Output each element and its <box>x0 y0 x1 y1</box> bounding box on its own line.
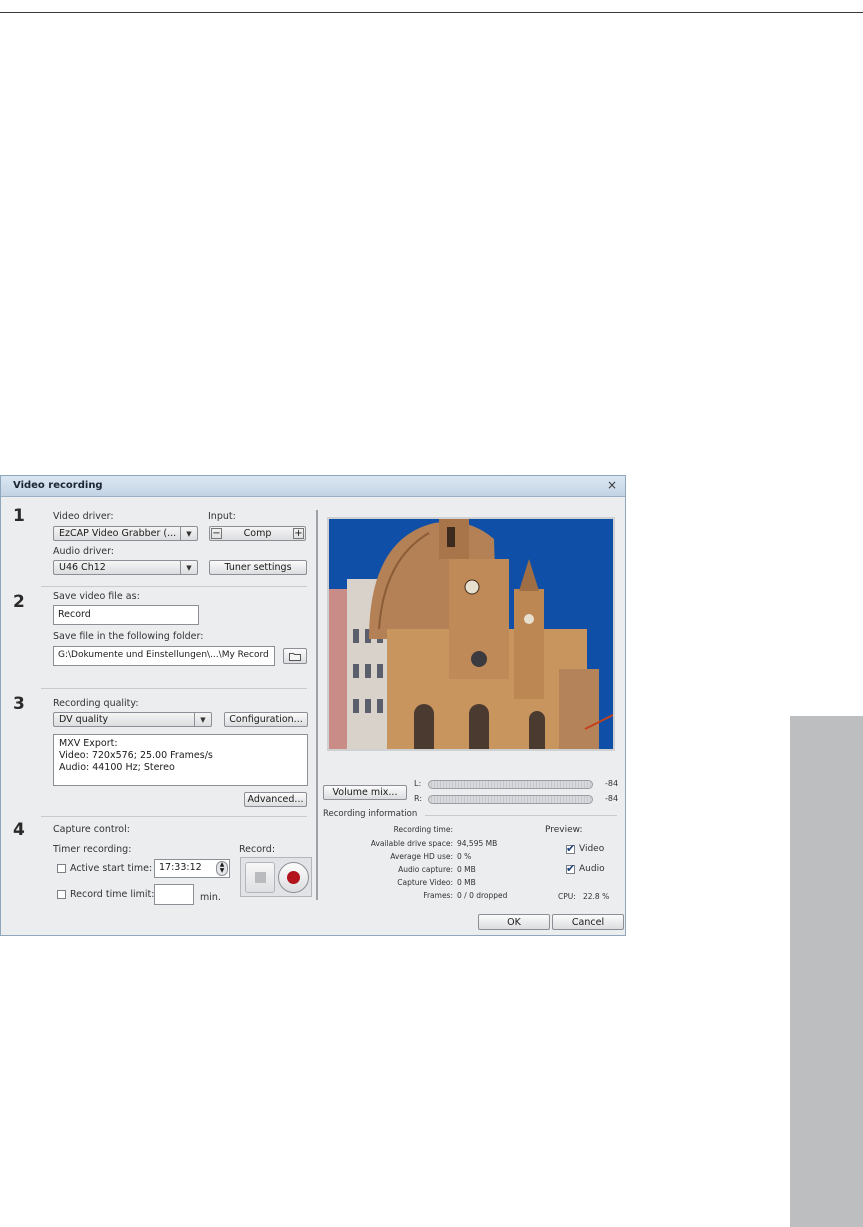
time-spinner-icon[interactable]: ▲ ▼ <box>216 861 228 876</box>
stop-button[interactable] <box>245 862 275 893</box>
info-label: Frames: <box>423 891 453 900</box>
cpu-label: CPU: <box>558 892 576 901</box>
recording-quality-select[interactable]: DV quality ▼ <box>53 712 212 727</box>
input-value: Comp <box>243 528 272 539</box>
right-level-meter <box>428 795 593 804</box>
left-level-value: -84 <box>605 779 619 788</box>
video-driver-value: EzCAP Video Grabber (... <box>59 528 177 539</box>
start-time-input[interactable]: 17:33:12 ▲ ▼ <box>154 859 230 878</box>
chevron-down-icon: ▼ <box>180 527 197 540</box>
section-divider <box>41 688 307 689</box>
preview-audio-checkbox[interactable] <box>566 862 575 875</box>
active-start-time-label: Active start time: <box>70 863 153 874</box>
tuner-settings-button[interactable]: Tuner settings <box>209 560 307 575</box>
capture-control-label: Capture control: <box>53 824 130 835</box>
chevron-down-icon: ▼ <box>180 561 197 574</box>
preview-audio-label: Audio <box>579 864 605 874</box>
section-divider <box>425 815 617 816</box>
start-time-value: 17:33:12 <box>159 862 202 873</box>
recording-quality-label: Recording quality: <box>53 698 139 709</box>
record-time-limit-label: Record time limit: <box>70 889 155 900</box>
section-divider <box>41 816 307 817</box>
panel-divider <box>316 510 318 900</box>
section-divider <box>41 586 307 587</box>
record-label: Record: <box>239 844 276 855</box>
preview-video-checkbox[interactable] <box>566 842 575 855</box>
step-number-3: 3 <box>13 694 25 714</box>
export-video-info: Video: 720x576; 25.00 Frames/s <box>59 750 213 761</box>
right-channel-label: R: <box>414 794 423 803</box>
video-driver-select[interactable]: EzCAP Video Grabber (... ▼ <box>53 526 198 541</box>
input-stepper: − Comp + <box>209 526 306 541</box>
timer-recording-label: Timer recording: <box>53 844 132 855</box>
video-driver-label: Video driver: <box>53 511 114 522</box>
folder-label: Save file in the following folder: <box>53 631 204 642</box>
audio-driver-value: U46 Ch12 <box>59 562 106 573</box>
info-label: Audio capture: <box>398 865 453 874</box>
record-icon <box>287 871 300 884</box>
title-bar: Video recording × <box>1 476 625 497</box>
info-value: 0 MB <box>457 865 476 874</box>
stop-icon <box>254 872 266 883</box>
export-title: MXV Export: <box>59 738 118 749</box>
export-audio-info: Audio: 44100 Hz; Stereo <box>59 762 175 773</box>
input-label: Input: <box>208 511 236 522</box>
minutes-label: min. <box>200 892 221 903</box>
record-time-limit-checkbox[interactable] <box>57 890 66 899</box>
browse-folder-button[interactable] <box>283 648 307 664</box>
page-side-tab <box>790 716 863 1227</box>
export-info-box: MXV Export: Video: 720x576; 25.00 Frames… <box>53 734 308 786</box>
info-label: Available drive space: <box>370 839 453 848</box>
advanced-button[interactable]: Advanced... <box>244 792 307 807</box>
info-value: 94,595 MB <box>457 839 498 848</box>
church-preview-image <box>329 519 613 749</box>
recording-info-heading: Recording information <box>323 809 418 819</box>
dialog-title: Video recording <box>13 480 103 491</box>
audio-driver-label: Audio driver: <box>53 546 115 557</box>
info-value: 0 % <box>457 852 472 861</box>
info-value: 0 / 0 dropped <box>457 891 508 900</box>
cancel-button[interactable]: Cancel <box>552 914 624 930</box>
save-as-label: Save video file as: <box>53 591 140 602</box>
folder-icon <box>289 652 301 661</box>
file-name-input[interactable]: Record <box>53 605 199 625</box>
info-label: Average HD use: <box>390 852 453 861</box>
ok-button[interactable]: OK <box>478 914 550 930</box>
input-next-button[interactable]: + <box>293 528 304 539</box>
page-top-rule <box>0 12 863 13</box>
left-level-meter <box>428 780 593 789</box>
preview-video-label: Video <box>579 844 605 854</box>
info-label: Capture Video: <box>397 878 453 887</box>
video-recording-dialog: Video recording × 1 2 3 4 Video driver: … <box>0 475 626 936</box>
active-start-time-checkbox[interactable] <box>57 864 66 873</box>
record-button[interactable] <box>278 862 309 893</box>
info-value: 0 MB <box>457 878 476 887</box>
left-channel-label: L: <box>414 779 422 788</box>
record-controls <box>240 857 312 897</box>
configuration-button[interactable]: Configuration... <box>224 712 308 727</box>
cpu-value: 22.8 % <box>583 892 610 901</box>
audio-driver-select[interactable]: U46 Ch12 ▼ <box>53 560 198 575</box>
chevron-down-icon: ▼ <box>194 713 211 726</box>
step-number-1: 1 <box>13 506 25 526</box>
preview-label: Preview: <box>545 825 583 835</box>
close-icon[interactable]: × <box>607 478 617 492</box>
recording-quality-value: DV quality <box>59 714 109 725</box>
info-label: Recording time: <box>393 825 453 834</box>
time-limit-input[interactable] <box>154 884 194 905</box>
video-preview <box>327 517 615 751</box>
volume-mix-button[interactable]: Volume mix... <box>323 785 407 800</box>
right-level-value: -84 <box>605 794 619 803</box>
folder-path-input[interactable]: G:\Dokumente und Einstellungen\...\My Re… <box>53 646 275 666</box>
step-number-4: 4 <box>13 820 25 840</box>
step-number-2: 2 <box>13 592 25 612</box>
